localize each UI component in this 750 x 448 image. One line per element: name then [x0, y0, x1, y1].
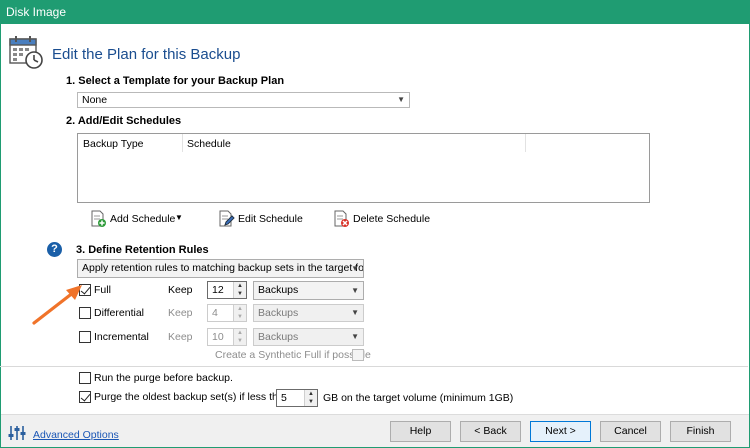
schedule-table[interactable]: Backup Type Schedule: [77, 133, 650, 203]
differential-unit-dropdown: Backups ▼: [253, 304, 364, 322]
window-title: Disk Image: [6, 5, 67, 19]
chevron-down-icon: ▼: [351, 308, 359, 317]
full-keep-label: Keep: [168, 284, 193, 296]
full-label: Full: [94, 284, 111, 296]
column-divider: [525, 134, 526, 152]
purge-before-checkbox[interactable]: [79, 372, 91, 384]
dialog-window: [0, 24, 750, 448]
purge-oldest-checkbox[interactable]: [79, 391, 91, 403]
annotation-arrow-icon: [32, 285, 82, 325]
synthetic-full-checkbox: [352, 349, 364, 361]
section-divider: [0, 366, 748, 367]
schedules-section-label: 2. Add/Edit Schedules: [66, 115, 182, 127]
synthetic-full-label: Create a Synthetic Full if possible: [215, 349, 371, 361]
full-count-value: 12: [212, 284, 224, 296]
chevron-down-icon: ▼: [351, 332, 359, 341]
spin-up-icon: ▲: [237, 330, 243, 336]
spin-down-icon[interactable]: ▼: [234, 290, 246, 298]
chevron-down-icon: ▼: [175, 213, 183, 222]
differential-count-stepper: 4 ▲ ▼: [207, 304, 247, 322]
full-unit-value: Backups: [258, 284, 299, 296]
spin-down-icon: ▼: [237, 338, 243, 344]
column-header-schedule[interactable]: Schedule: [187, 138, 231, 150]
help-button[interactable]: Help: [390, 421, 451, 442]
full-count-stepper[interactable]: 12 ▲ ▼: [207, 281, 247, 299]
sliders-icon: [8, 426, 26, 440]
incremental-label: Incremental: [94, 331, 149, 343]
edit-schedule-icon: [219, 210, 235, 227]
delete-schedule-icon: [334, 210, 349, 227]
back-button[interactable]: < Back: [460, 421, 521, 442]
retention-row-full: Full Keep 12 ▲ ▼ Backups ▼: [79, 281, 369, 300]
calendar-clock-icon: [9, 36, 43, 69]
help-icon[interactable]: ?: [47, 242, 62, 257]
purge-size-suffix: GB on the target volume (minimum 1GB): [323, 392, 514, 404]
delete-schedule-button[interactable]: Delete Schedule: [332, 210, 430, 228]
incremental-unit-value: Backups: [258, 331, 299, 343]
edit-schedule-button[interactable]: Edit Schedule: [217, 210, 303, 228]
retention-section-label: 3. Define Retention Rules: [76, 244, 209, 256]
retention-rule-dropdown[interactable]: Apply retention rules to matching backup…: [77, 259, 364, 278]
differential-keep-label: Keep: [168, 307, 193, 319]
incremental-count-stepper: 10 ▲ ▼: [207, 328, 247, 346]
column-divider: [182, 134, 183, 152]
incremental-checkbox[interactable]: [79, 331, 91, 343]
spin-down-icon[interactable]: ▼: [305, 398, 317, 406]
spin-up-icon: ▲: [237, 306, 243, 312]
next-button[interactable]: Next >: [530, 421, 591, 442]
spin-down-icon: ▼: [237, 314, 243, 320]
purge-size-value: 5: [281, 392, 287, 404]
spin-up-icon[interactable]: ▲: [305, 390, 317, 398]
add-schedule-icon: [91, 210, 106, 227]
spin-up-icon[interactable]: ▲: [234, 282, 246, 290]
retention-row-incremental: Incremental Keep 10 ▲ ▼ Backups ▼: [79, 328, 369, 346]
chevron-down-icon: ▼: [397, 95, 405, 104]
add-schedule-dropdown-button[interactable]: ▼: [175, 213, 183, 222]
edit-schedule-label: Edit Schedule: [238, 213, 303, 225]
template-dropdown-value: None: [82, 94, 108, 106]
template-dropdown[interactable]: None ▼: [77, 92, 410, 108]
incremental-count-value: 10: [212, 331, 224, 343]
page-title: Edit the Plan for this Backup: [52, 46, 241, 63]
retention-rule-value: Apply retention rules to matching backup…: [82, 262, 364, 274]
finish-button[interactable]: Finish: [670, 421, 731, 442]
purge-size-stepper[interactable]: 5 ▲ ▼: [276, 389, 318, 407]
full-unit-dropdown[interactable]: Backups ▼: [253, 281, 364, 300]
chevron-down-icon: ▼: [351, 264, 359, 273]
incremental-unit-dropdown: Backups ▼: [253, 328, 364, 346]
differential-count-value: 4: [212, 307, 218, 319]
chevron-down-icon: ▼: [351, 286, 359, 295]
delete-schedule-label: Delete Schedule: [353, 213, 431, 225]
purge-oldest-label: Purge the oldest backup set(s) if less t…: [94, 391, 290, 403]
retention-row-differential: Differential Keep 4 ▲ ▼ Backups ▼: [79, 304, 369, 322]
column-header-backup-type[interactable]: Backup Type: [83, 138, 144, 150]
advanced-options-link[interactable]: Advanced Options: [33, 429, 119, 441]
incremental-keep-label: Keep: [168, 331, 193, 343]
add-schedule-label: Add Schedule: [110, 213, 176, 225]
cancel-button[interactable]: Cancel: [600, 421, 661, 442]
window-titlebar: Disk Image: [0, 0, 750, 24]
template-section-label: 1. Select a Template for your Backup Pla…: [66, 75, 285, 87]
purge-before-label: Run the purge before backup.: [94, 372, 233, 384]
differential-label: Differential: [94, 307, 144, 319]
differential-unit-value: Backups: [258, 307, 299, 319]
add-schedule-button[interactable]: Add Schedule: [89, 210, 175, 228]
